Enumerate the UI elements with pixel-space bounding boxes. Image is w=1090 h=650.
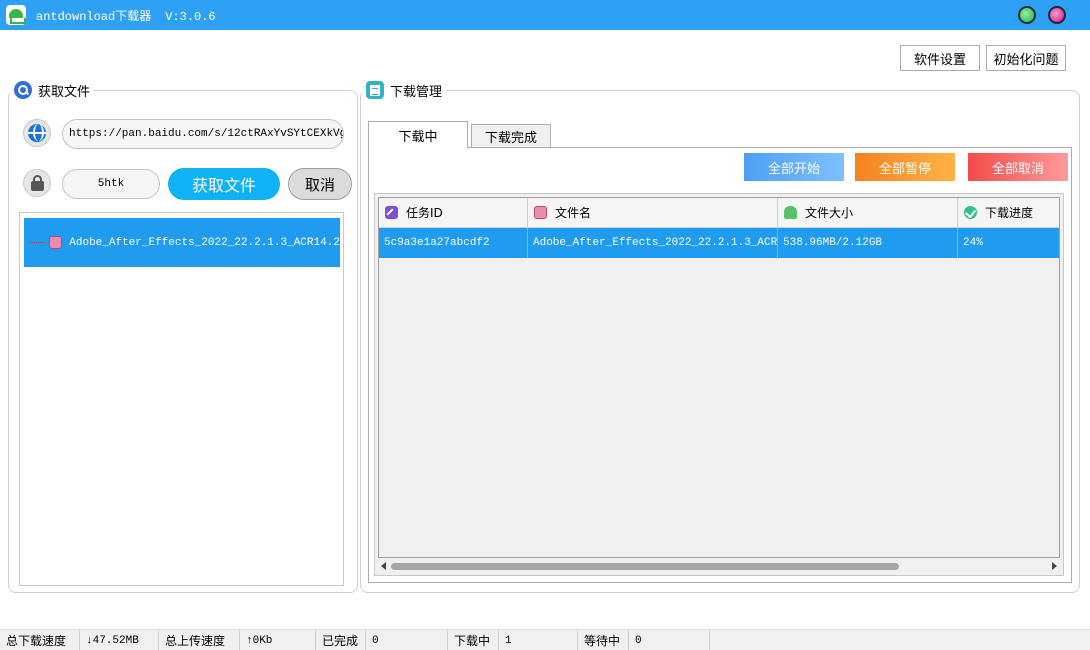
app-version: V:3.0.6 xyxy=(165,10,216,24)
clipboard-icon xyxy=(366,81,384,99)
file-icon xyxy=(49,236,63,249)
cell-progress: 24% xyxy=(958,228,1059,258)
pause-all-button[interactable]: 全部暂停 xyxy=(855,153,955,181)
column-header-label: 任务ID xyxy=(406,206,443,220)
download-table-frame: 任务ID 文件名 文件大小 下载进度 5c9a3e1a27abcdf2 Adob… xyxy=(374,193,1064,576)
cell-file-name: Adobe_After_Effects_2022_22.2.1.3_ACR1 xyxy=(528,228,778,258)
scroll-right-arrow-icon[interactable] xyxy=(1052,562,1057,570)
minimize-button[interactable] xyxy=(1018,6,1036,24)
download-speed-label: 总下载速度 xyxy=(0,630,80,650)
column-header-label: 下载进度 xyxy=(985,206,1034,220)
scrollbar-thumb[interactable] xyxy=(391,563,899,570)
check-icon xyxy=(964,206,977,219)
initialize-issues-button[interactable]: 初始化问题 xyxy=(986,45,1066,71)
globe-icon xyxy=(28,124,46,142)
search-icon xyxy=(14,81,32,99)
download-manager-group-title: 下载管理 xyxy=(362,80,447,100)
window-title: antdownload下载器 V:3.0.6 xyxy=(36,7,216,24)
table-row[interactable]: 5c9a3e1a27abcdf2 Adobe_After_Effects_202… xyxy=(379,228,1059,258)
link-globe-icon xyxy=(23,119,51,147)
title-bar: antdownload下载器 V:3.0.6 xyxy=(0,0,1090,30)
upload-speed-value: ↑0Kb xyxy=(240,630,316,650)
downloading-value: 1 xyxy=(499,630,578,650)
column-header-file-size[interactable]: 文件大小 xyxy=(778,198,958,228)
extract-code-input[interactable]: 5htk xyxy=(62,169,160,199)
status-bar: 总下载速度 ↓47.52MB 总上传速度 ↑0Kb 已完成 0 下载中 1 等待… xyxy=(0,629,1090,650)
storage-icon xyxy=(784,206,797,219)
cell-file-size: 538.96MB/2.12GB xyxy=(778,228,958,258)
software-settings-button[interactable]: 软件设置 xyxy=(900,45,980,71)
column-header-label: 文件大小 xyxy=(805,206,854,220)
column-header-label: 文件名 xyxy=(555,206,592,220)
tree-item-label: Adobe_After_Effects_2022_22.2.1.3_ACR14.… xyxy=(69,236,340,249)
download-manager-title-text: 下载管理 xyxy=(390,84,443,100)
file-icon xyxy=(534,206,547,219)
app-logo-icon xyxy=(6,5,26,25)
close-button[interactable] xyxy=(1048,6,1066,24)
waiting-value: 0 xyxy=(629,630,710,650)
extract-code-lock-icon xyxy=(23,169,51,197)
start-all-button[interactable]: 全部开始 xyxy=(744,153,844,181)
tab-completed[interactable]: 下载完成 xyxy=(471,124,551,148)
tab-downloading[interactable]: 下载中 xyxy=(368,121,468,148)
file-tree[interactable]: Adobe_After_Effects_2022_22.2.1.3_ACR14.… xyxy=(19,212,344,586)
waiting-label: 等待中 xyxy=(578,630,629,650)
column-header-progress[interactable]: 下载进度 xyxy=(958,198,1059,228)
share-url-input[interactable]: https://pan.baidu.com/s/12ctRAxYvSYtCEXk… xyxy=(62,119,344,149)
lock-icon xyxy=(31,181,44,191)
download-speed-value: ↓47.52MB xyxy=(80,630,159,650)
download-table[interactable]: 任务ID 文件名 文件大小 下载进度 5c9a3e1a27abcdf2 Adob… xyxy=(378,197,1060,558)
tree-connector xyxy=(30,242,46,243)
horizontal-scrollbar[interactable] xyxy=(378,559,1060,573)
column-header-file-name[interactable]: 文件名 xyxy=(528,198,778,228)
cell-task-id: 5c9a3e1a27abcdf2 xyxy=(379,228,528,258)
upload-speed-label: 总上传速度 xyxy=(159,630,240,650)
cancel-fetch-button[interactable]: 取消 xyxy=(288,168,352,200)
edit-icon xyxy=(385,206,398,219)
column-header-task-id[interactable]: 任务ID xyxy=(379,198,528,228)
table-header: 任务ID 文件名 文件大小 下载进度 xyxy=(379,198,1059,228)
completed-label: 已完成 xyxy=(316,630,366,650)
downloading-label: 下载中 xyxy=(448,630,499,650)
completed-value: 0 xyxy=(366,630,448,650)
cancel-all-button[interactable]: 全部取消 xyxy=(968,153,1068,181)
tree-item[interactable]: Adobe_After_Effects_2022_22.2.1.3_ACR14.… xyxy=(24,218,340,267)
fetch-file-button[interactable]: 获取文件 xyxy=(168,168,280,200)
app-name: antdownload下载器 xyxy=(36,10,152,24)
fetch-file-group-title: 获取文件 xyxy=(10,80,95,100)
scroll-left-arrow-icon[interactable] xyxy=(381,562,386,570)
fetch-file-title-text: 获取文件 xyxy=(38,84,91,100)
